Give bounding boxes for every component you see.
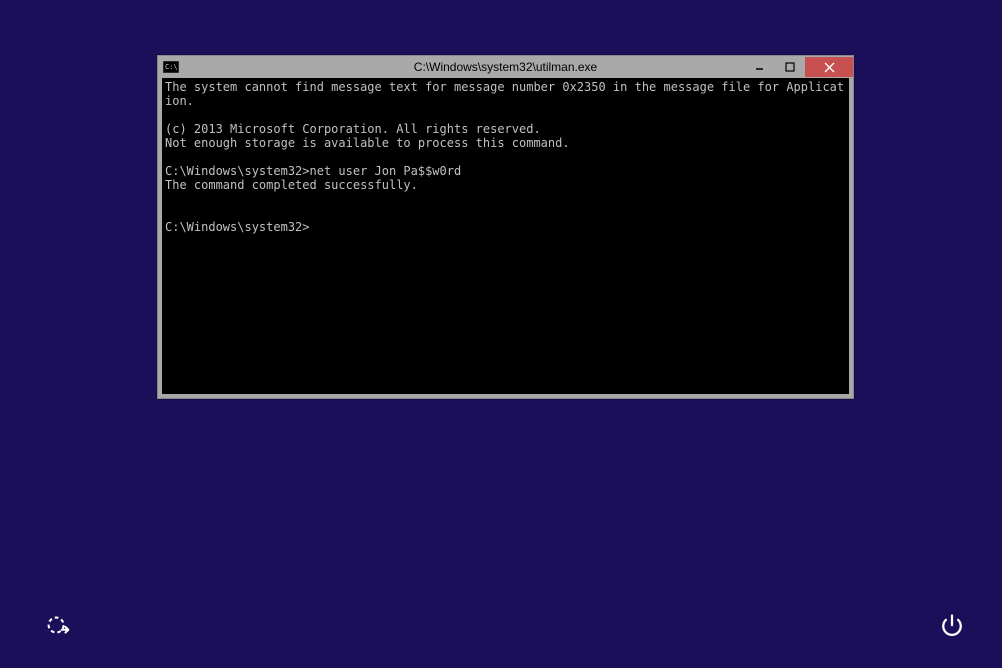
console-line: Not enough storage is available to proce…: [165, 136, 846, 150]
minimize-button[interactable]: [745, 57, 775, 77]
ease-of-access-icon: [43, 611, 73, 641]
caption-buttons: [745, 57, 853, 77]
power-button[interactable]: [932, 606, 972, 646]
console-line: [165, 108, 846, 122]
console-line: [165, 150, 846, 164]
console-line: The system cannot find message text for …: [165, 80, 846, 108]
cmd-icon: C:\: [163, 60, 179, 74]
console-line: The command completed successfully.: [165, 178, 846, 192]
titlebar[interactable]: C:\ C:\Windows\system32\utilman.exe: [158, 56, 853, 78]
console-prompt[interactable]: C:\Windows\system32>: [165, 220, 846, 234]
console-line: (c) 2013 Microsoft Corporation. All righ…: [165, 122, 846, 136]
ease-of-access-button[interactable]: [38, 606, 78, 646]
console-line: [165, 206, 846, 220]
svg-text:C:\: C:\: [165, 63, 178, 71]
power-icon: [938, 612, 966, 640]
console-window[interactable]: C:\ C:\Windows\system32\utilman.exe The …: [157, 55, 854, 399]
console-line: [165, 192, 846, 206]
close-button[interactable]: [805, 57, 853, 77]
console-output[interactable]: The system cannot find message text for …: [162, 78, 849, 394]
console-line: C:\Windows\system32>net user Jon Pa$$w0r…: [165, 164, 846, 178]
maximize-button[interactable]: [775, 57, 805, 77]
